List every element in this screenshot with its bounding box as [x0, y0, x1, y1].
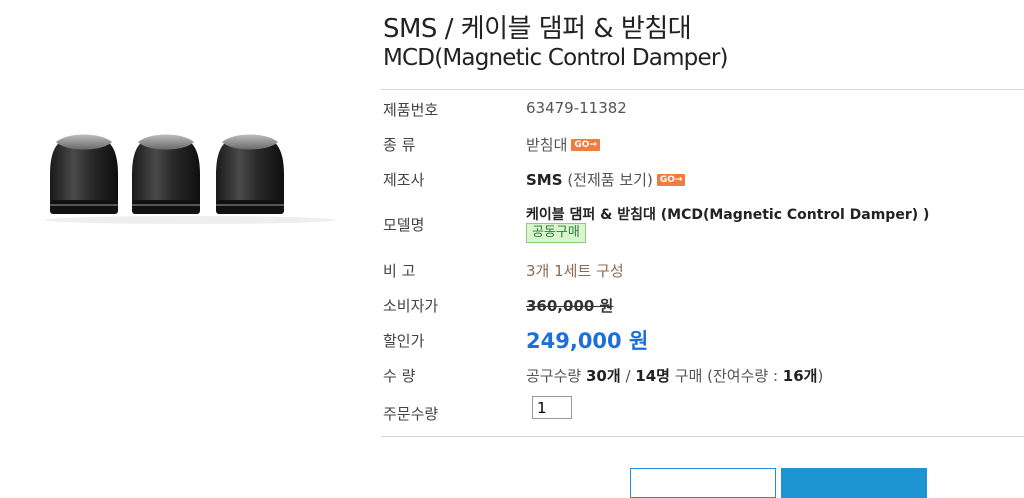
divider	[381, 89, 1024, 90]
cart-button[interactable]	[630, 468, 776, 498]
group-qty-ordered: 14명	[635, 367, 670, 385]
category-label: 종 류	[383, 136, 416, 154]
divider	[381, 436, 1024, 437]
category-go-button[interactable]: GO→	[571, 139, 600, 151]
group-qty-close: )	[817, 367, 824, 385]
list-price: 360,000 원	[526, 297, 614, 315]
product-image	[45, 134, 335, 224]
group-qty-buy-text: 구매 (잔여수량 :	[674, 367, 779, 385]
maker-go-button[interactable]: GO→	[656, 174, 686, 186]
maker-label: 제조사	[383, 171, 425, 189]
model-label: 모델명	[383, 216, 425, 234]
product-subtitle: MCD(Magnetic Control Damper)	[383, 45, 728, 71]
category-link[interactable]: 받침대	[526, 136, 567, 154]
sale-price-value: 249,000 원	[526, 329, 649, 353]
damper-3	[216, 134, 284, 214]
group-qty-separator: /	[625, 367, 631, 385]
quantity-label: 수 량	[383, 367, 416, 385]
list-price-label: 소비자가	[383, 297, 439, 315]
group-qty-prefix: 공구수량	[526, 367, 582, 385]
buy-button[interactable]	[781, 468, 927, 498]
sale-price-label: 할인가	[383, 332, 425, 350]
quantity-info: 공구수량 30개 / 14명 구매 (잔여수량 : 16개)	[526, 365, 823, 386]
damper-2	[132, 134, 200, 214]
group-qty-target: 30개	[585, 367, 621, 385]
list-price-value: 360,000 원	[526, 295, 613, 316]
damper-1	[50, 134, 118, 214]
note-value: 3개 1세트 구성	[526, 262, 624, 280]
product-number-label: 제품번호	[383, 101, 439, 119]
maker-all-products-link[interactable]: (전제품 보기)	[567, 171, 652, 189]
note-label: 비 고	[383, 262, 416, 280]
product-title: SMS / 케이블 댐퍼 & 받침대	[383, 14, 692, 44]
maker-value: SMS (전제품 보기) GO→	[526, 169, 686, 190]
group-qty-remaining: 16개	[782, 367, 818, 385]
product-number-value: 63479-11382	[526, 99, 627, 117]
order-quantity-label: 주문수량	[383, 405, 439, 423]
group-buy-badge: 공동구매	[526, 223, 586, 243]
maker-name[interactable]: SMS	[526, 171, 563, 189]
model-name: 케이블 댐퍼 & 받침대 (MCD(Magnetic Control Dampe…	[526, 207, 930, 223]
category-value: 받침대 GO→	[526, 134, 600, 155]
order-quantity-input[interactable]	[532, 396, 572, 419]
